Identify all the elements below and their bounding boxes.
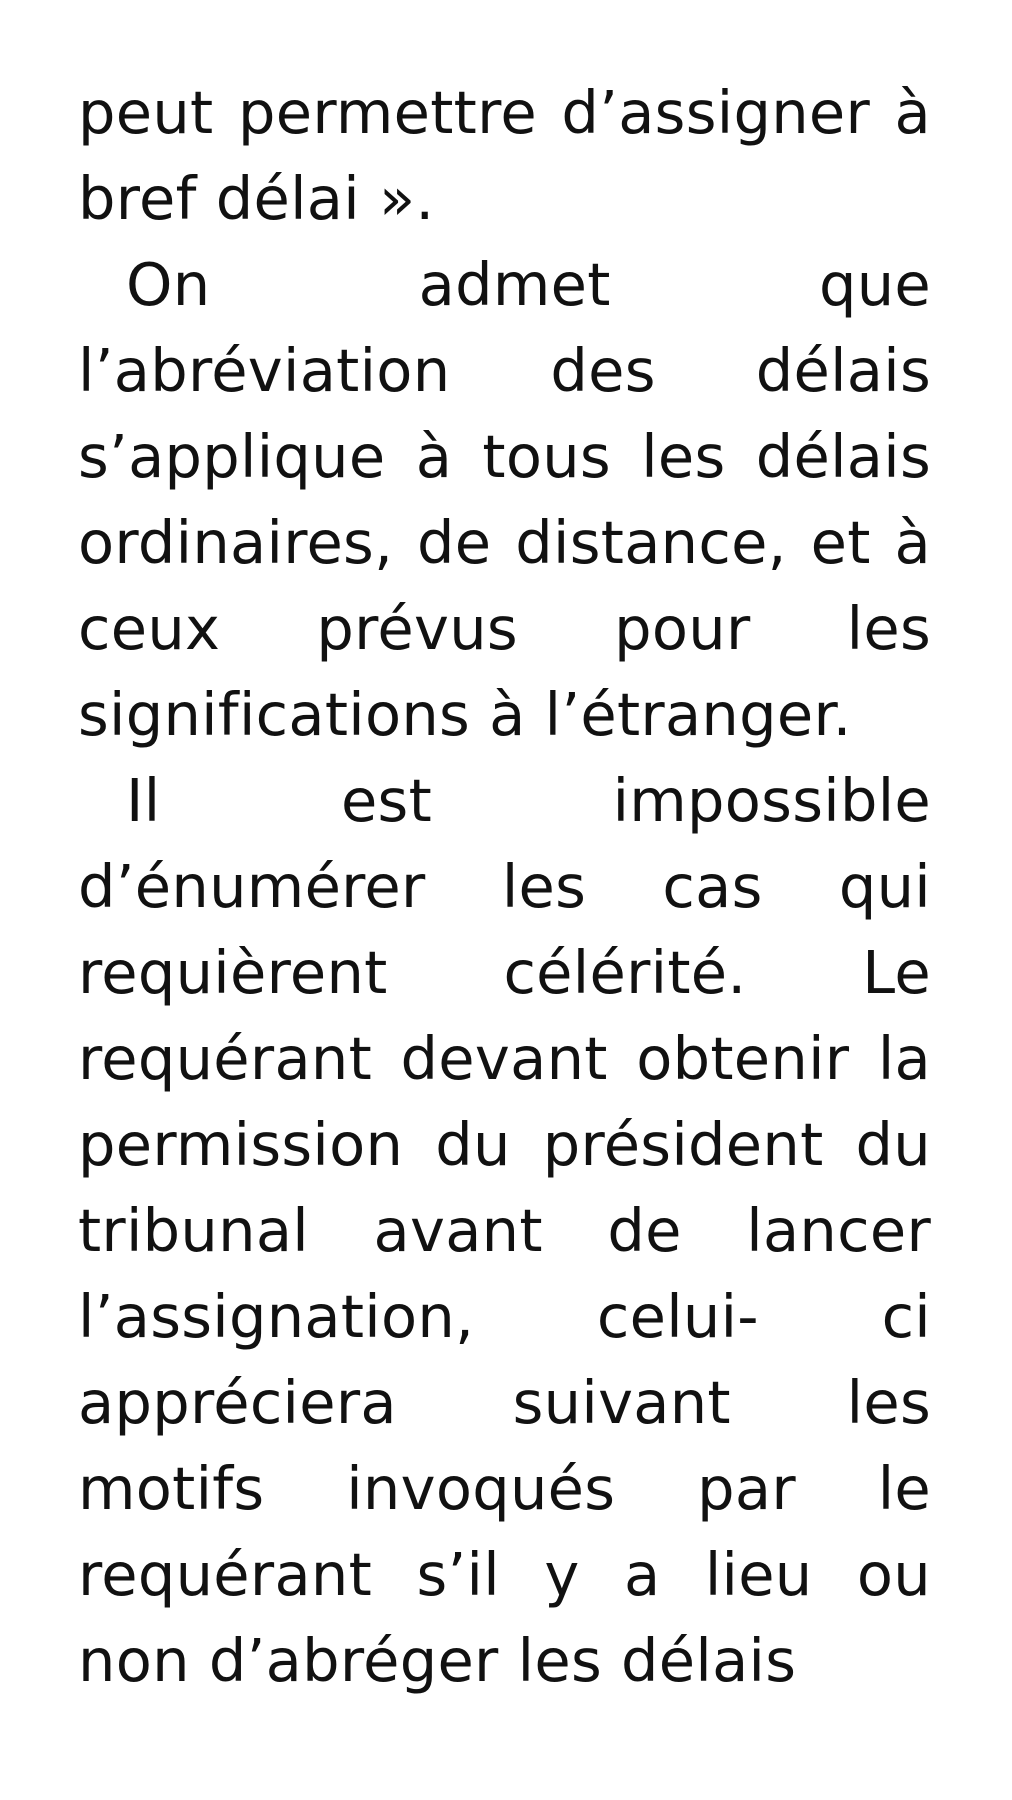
document-page: peut permettre d’assigner à bref délai »… bbox=[78, 70, 931, 1704]
paragraph-delay-abbreviation: On admet que l’abréviation des délais s’… bbox=[78, 250, 931, 749]
paragraph-urgent-cases: Il est impossible d’énumérer les cas qui… bbox=[78, 766, 931, 1695]
paragraph-continuation: peut permettre d’assigner à bref délai »… bbox=[78, 78, 931, 233]
